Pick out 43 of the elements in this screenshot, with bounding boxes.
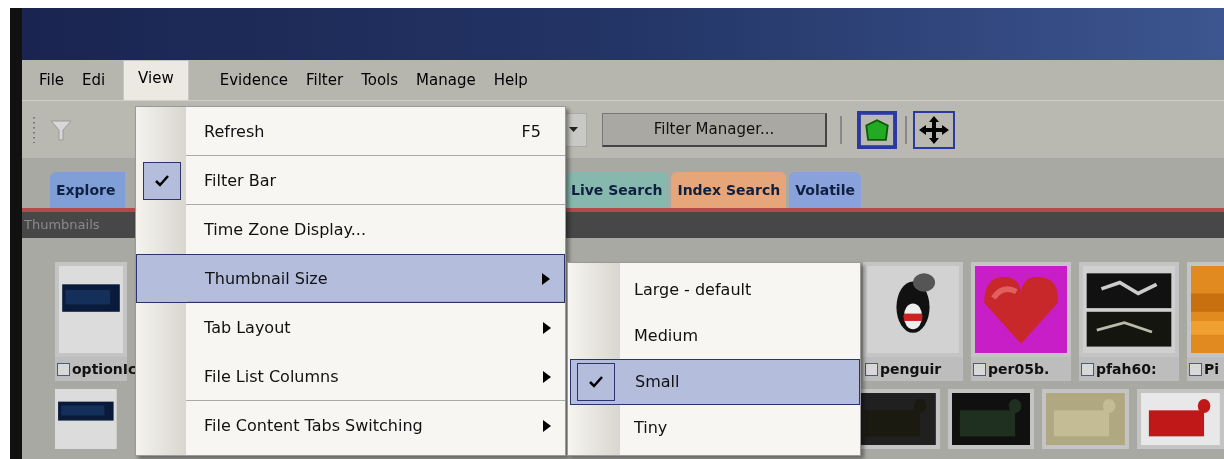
menu-entry[interactable]: Filter Bar [136, 156, 565, 205]
submenu-arrow-icon [542, 272, 550, 285]
thumbnail-caption: per05b. [988, 359, 1050, 379]
menu-entry[interactable]: File Content Tabs Switching [136, 401, 565, 450]
menu-entry[interactable]: Large - default [570, 267, 860, 313]
dropdown-arrow-icon [569, 127, 578, 132]
menu-item[interactable]: File [30, 60, 74, 100]
checkbox[interactable] [1081, 362, 1094, 376]
shortcut: F5 [521, 120, 541, 143]
thumbnail-caption: penguir [880, 359, 942, 379]
menu-entry[interactable]: Tab Layout [136, 303, 565, 352]
tab[interactable]: Volatile [789, 172, 861, 208]
tab[interactable]: Explore [50, 172, 125, 208]
menu-item[interactable]: Filter [297, 60, 353, 100]
menu-entry[interactable]: Thumbnail Size [136, 254, 565, 303]
menu-entry[interactable]: Refresh F5 [136, 107, 565, 156]
menu-item[interactable]: Manage [407, 60, 485, 100]
thumbnail-caption: optionIc [72, 359, 137, 379]
menu-item[interactable]: Evidence [210, 60, 297, 100]
checkbox[interactable] [865, 362, 878, 376]
tab[interactable]: Live Search [565, 172, 669, 208]
submenu-arrow-icon [543, 370, 551, 383]
menu-item[interactable]: View [123, 60, 189, 100]
checkbox[interactable] [973, 362, 986, 376]
menu-item[interactable]: Tools [352, 60, 408, 100]
filter-manager-button[interactable]: Filter Manager... [602, 112, 827, 147]
menu-entry[interactable]: Small [570, 359, 860, 405]
thumbnail-caption: Pi [1204, 359, 1220, 379]
submenu-arrow-icon [543, 321, 551, 334]
menu-entry[interactable]: Medium [570, 313, 860, 359]
panel-title: Thumbnails [23, 216, 100, 235]
thumbnail-caption: pfah60: [1096, 359, 1157, 379]
move-icon[interactable] [913, 110, 955, 149]
tab[interactable]: Index Search [671, 172, 787, 208]
toolbar-grip-icon [32, 116, 36, 143]
menu-entry[interactable]: File List Columns [136, 352, 565, 401]
menu-item[interactable]: Help [484, 60, 537, 100]
checkbox[interactable] [57, 362, 70, 376]
checkbox[interactable] [1189, 362, 1202, 376]
menu-entry[interactable]: Tiny [570, 405, 860, 451]
menu-item[interactable]: Edi [73, 60, 124, 100]
menu-entry[interactable]: Time Zone Display... [136, 205, 565, 254]
submenu-arrow-icon [543, 419, 551, 432]
